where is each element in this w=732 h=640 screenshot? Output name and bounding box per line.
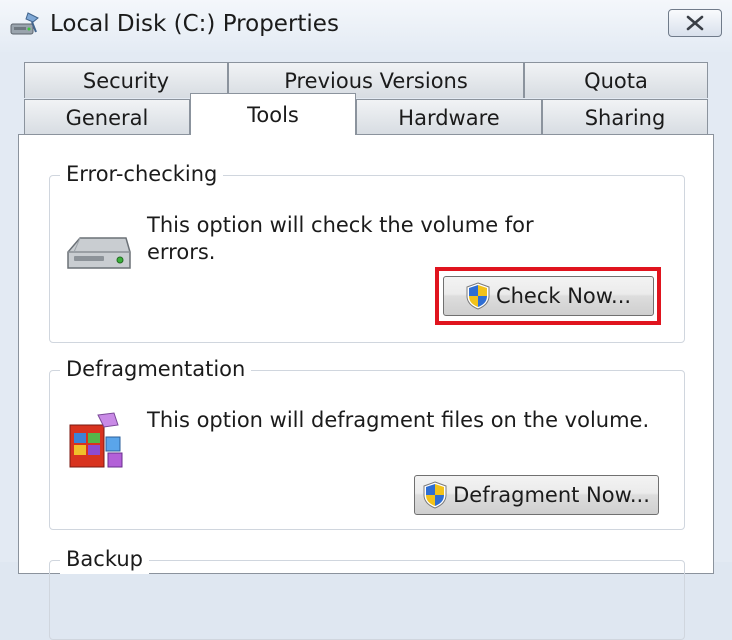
close-button[interactable] xyxy=(668,9,722,37)
error-checking-title: Error-checking xyxy=(60,159,224,189)
defragment-now-label: Defragment Now... xyxy=(453,483,650,507)
tab-general[interactable]: General xyxy=(24,99,190,135)
tab-tools[interactable]: Tools xyxy=(190,93,356,135)
tools-panel: Error-checking This option will check th… xyxy=(18,134,714,640)
backup-group: Backup xyxy=(49,544,685,640)
title-bar: Local Disk (C:) Properties xyxy=(0,0,732,52)
defragmentation-title: Defragmentation xyxy=(60,354,252,384)
tab-label: Security xyxy=(82,68,170,93)
close-icon xyxy=(686,15,704,31)
tab-label: Tools xyxy=(247,102,299,127)
hard-drive-icon xyxy=(67,237,131,269)
error-checking-description-line1: This option will check the volume for xyxy=(147,213,534,237)
drive-properties-icon xyxy=(10,12,39,35)
backup-title: Backup xyxy=(60,544,149,574)
defragment-now-button[interactable]: Defragment Now... xyxy=(414,475,659,515)
tab-label: Previous Versions xyxy=(284,68,468,93)
defragmentation-description: This option will defragment files on the… xyxy=(147,408,650,432)
check-now-label: Check Now... xyxy=(495,284,632,308)
window-title: Local Disk (C:) Properties xyxy=(50,11,339,37)
tab-sharing[interactable]: Sharing xyxy=(542,99,708,135)
tab-quota[interactable]: Quota xyxy=(524,62,708,98)
tab-label: Quota xyxy=(584,68,648,93)
error-checking-description: This option will check the volume for er… xyxy=(147,212,667,266)
defragmenter-icon xyxy=(69,412,123,468)
uac-shield-icon xyxy=(466,282,490,310)
check-now-button[interactable]: Check Now... xyxy=(443,276,654,316)
uac-shield-icon xyxy=(423,481,447,509)
tab-label: Sharing xyxy=(584,105,666,130)
tab-label: Hardware xyxy=(398,105,500,130)
error-checking-description-line2: errors. xyxy=(147,240,216,264)
tab-hardware[interactable]: Hardware xyxy=(356,99,542,135)
defragmentation-group: Defragmentation This option will defragm… xyxy=(49,354,685,530)
tab-label: General xyxy=(65,105,149,130)
